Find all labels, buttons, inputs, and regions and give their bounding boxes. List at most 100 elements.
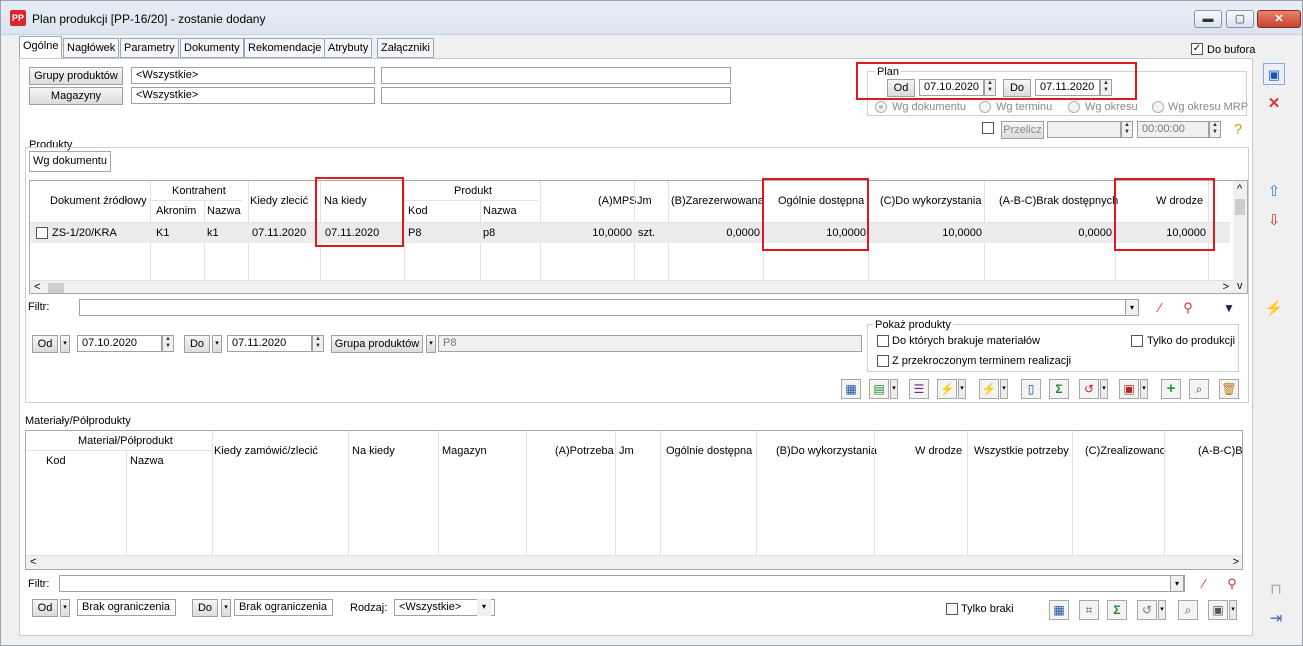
radio-wg-okresu[interactable]	[1068, 101, 1080, 113]
col-mat-kod[interactable]: Kod	[46, 455, 66, 467]
products-od-dropdown[interactable]: ▾	[60, 335, 70, 353]
grupa-produktow-input[interactable]: P8	[438, 335, 862, 352]
radio-wg-terminu[interactable]	[979, 101, 991, 113]
tylko-do-produkcji-checkbox[interactable]	[1131, 335, 1143, 347]
materials-od-dropdown[interactable]: ▾	[60, 599, 70, 617]
minimize-button[interactable]: ▬	[1194, 10, 1222, 28]
col-mat-do-wyk[interactable]: (B)Do wykorzystania	[776, 445, 877, 457]
col-brak-dostepnych[interactable]: (A-B-C)Brak dostępnych	[999, 195, 1118, 207]
col-zrealizowano[interactable]: (C)Zrealizowano	[1085, 445, 1166, 457]
save-icon[interactable]: ▣	[1263, 63, 1285, 85]
materials-chart-icon[interactable]: ▦	[1049, 600, 1069, 620]
col-kontrahent[interactable]: Kontrahent	[172, 185, 226, 197]
grupa-produktow-dropdown[interactable]: ▾	[426, 335, 436, 353]
list-icon[interactable]: ☰	[909, 379, 929, 399]
generate-dropdown[interactable]: ▾	[890, 379, 898, 399]
materials-filter-input[interactable]	[59, 575, 1185, 592]
wizard-icon[interactable]: ?	[1227, 119, 1249, 141]
time-input[interactable]: 00:00:00	[1137, 121, 1209, 138]
filter-wand-icon[interactable]: ⚲	[1177, 297, 1199, 319]
materials-sum-icon[interactable]: Σ	[1107, 600, 1127, 620]
lightning-green-icon[interactable]: ⚡	[979, 379, 999, 399]
products-od-date[interactable]: 07.10.2020	[77, 335, 162, 352]
col-kiedy-zamowic[interactable]: Kiedy zamówić/zlecić	[214, 445, 318, 457]
tab-naglowek[interactable]: Nagłówek	[63, 38, 120, 58]
materials-export-icon[interactable]: ▣	[1208, 600, 1228, 620]
materials-filter-wand-icon[interactable]: ⚲	[1221, 573, 1243, 595]
col-mat-ogolnie[interactable]: Ogólnie dostępna	[666, 445, 752, 457]
maximize-button[interactable]: ▢	[1226, 10, 1254, 28]
products-do-date[interactable]: 07.11.2020	[227, 335, 312, 352]
lightning-icon[interactable]: ⚡	[937, 379, 957, 399]
products-filter-input[interactable]	[79, 299, 1139, 316]
przelicz-value[interactable]	[1047, 121, 1121, 138]
materials-undo-icon[interactable]: ↺	[1137, 600, 1157, 620]
lightning-dropdown[interactable]: ▾	[958, 379, 966, 399]
col-mat-na-kiedy[interactable]: Na kiedy	[352, 445, 395, 457]
do-bufora-checkbox[interactable]: ✓	[1191, 43, 1203, 55]
materials-clear-filter-icon[interactable]: ⁄	[1193, 573, 1215, 595]
product-groups-button[interactable]: Grupy produktów	[29, 67, 123, 85]
lightning-green-dropdown[interactable]: ▾	[1000, 379, 1008, 399]
pin-icon[interactable]: ⇥	[1265, 608, 1287, 630]
products-do-spin[interactable]: ▲ ▼	[312, 335, 324, 352]
col-dokument[interactable]: Dokument źródłowy	[50, 195, 147, 207]
row-checkbox[interactable]	[36, 227, 48, 239]
col-magazyn[interactable]: Magazyn	[442, 445, 487, 457]
tab-dokumenty[interactable]: Dokumenty	[180, 38, 244, 58]
stores-button[interactable]: Magazyny	[29, 87, 123, 105]
close-button[interactable]: ✕	[1257, 10, 1301, 28]
col-mat-w-drodze[interactable]: W drodze	[915, 445, 962, 457]
col-do-wykorzystania[interactable]: (C)Do wykorzystania	[880, 195, 981, 207]
product-groups-input[interactable]: <Wszystkie>	[131, 67, 375, 84]
col-mat-jm[interactable]: Jm	[619, 445, 634, 457]
materials-do-input[interactable]: Brak ograniczenia	[234, 599, 333, 616]
delete-icon[interactable]: 🗑	[1219, 379, 1239, 399]
add-icon[interactable]: +	[1161, 379, 1181, 399]
export-icon[interactable]: ▣	[1119, 379, 1139, 399]
cancel-icon[interactable]: ✕	[1263, 93, 1285, 115]
col-mat-brak[interactable]: (A-B-C)Br	[1198, 445, 1242, 457]
col-zarezerwowana[interactable]: (B)Zarezerwowana	[671, 195, 764, 207]
document-icon[interactable]: ▯	[1021, 379, 1041, 399]
move-down-icon[interactable]: ⇩	[1263, 210, 1285, 232]
filter-expand-icon[interactable]: ▼	[1218, 297, 1240, 319]
przelicz-button[interactable]: Przelicz	[1001, 121, 1044, 139]
materials-steps-icon[interactable]: ⌗	[1079, 600, 1099, 620]
materials-export-dropdown[interactable]: ▾	[1229, 600, 1237, 620]
materials-undo-dropdown[interactable]: ▾	[1158, 600, 1166, 620]
materials-search-icon[interactable]: ⌕	[1178, 600, 1198, 620]
grupa-produktow-button[interactable]: Grupa produktów	[331, 335, 423, 353]
materials-hscroll[interactable]: < >	[26, 555, 1242, 569]
generate-icon[interactable]: ▤	[869, 379, 889, 399]
col-pnazwa[interactable]: Nazwa	[483, 205, 517, 217]
radio-wg-dokumentu[interactable]	[875, 101, 887, 113]
products-hscroll[interactable]: < >	[30, 280, 1233, 293]
search-icon[interactable]: ⌕	[1189, 379, 1209, 399]
col-produkt[interactable]: Produkt	[454, 185, 492, 197]
col-mps[interactable]: (A)MPS	[598, 195, 637, 207]
products-od-button[interactable]: Od	[32, 335, 58, 353]
tab-ogolne[interactable]: Ogólne	[19, 36, 63, 59]
przelicz-value-spin[interactable]: ▲ ▼	[1121, 121, 1133, 138]
products-do-dropdown[interactable]: ▾	[212, 335, 222, 353]
col-nazwa[interactable]: Nazwa	[207, 205, 241, 217]
products-vscroll[interactable]: ^ v	[1233, 181, 1247, 293]
pokaz-brak-materialow-checkbox[interactable]	[877, 335, 889, 347]
tab-zalaczniki[interactable]: Załączniki	[377, 38, 434, 58]
rodzaj-dropdown[interactable]: ▾	[477, 599, 491, 616]
pokaz-przekroczony-checkbox[interactable]	[877, 355, 889, 367]
col-wszystkie-potrzeby[interactable]: Wszystkie potrzeby	[974, 445, 1069, 457]
lightning-side-icon[interactable]: ⚡	[1263, 298, 1285, 320]
materials-od-button[interactable]: Od	[32, 599, 58, 617]
materials-od-input[interactable]: Brak ograniczenia	[77, 599, 176, 616]
move-up-icon[interactable]: ⇧	[1263, 181, 1285, 203]
col-material[interactable]: Materiał/Półprodukt	[78, 435, 173, 447]
lock-icon[interactable]: ⊓	[1265, 579, 1287, 601]
clear-filter-icon[interactable]: ⁄	[1149, 297, 1171, 319]
sum-icon[interactable]: Σ	[1049, 379, 1069, 399]
products-filter-dropdown[interactable]: ▾	[1125, 299, 1139, 316]
col-kod[interactable]: Kod	[408, 205, 428, 217]
przelicz-checkbox[interactable]	[982, 122, 994, 134]
materials-do-button[interactable]: Do	[192, 599, 218, 617]
